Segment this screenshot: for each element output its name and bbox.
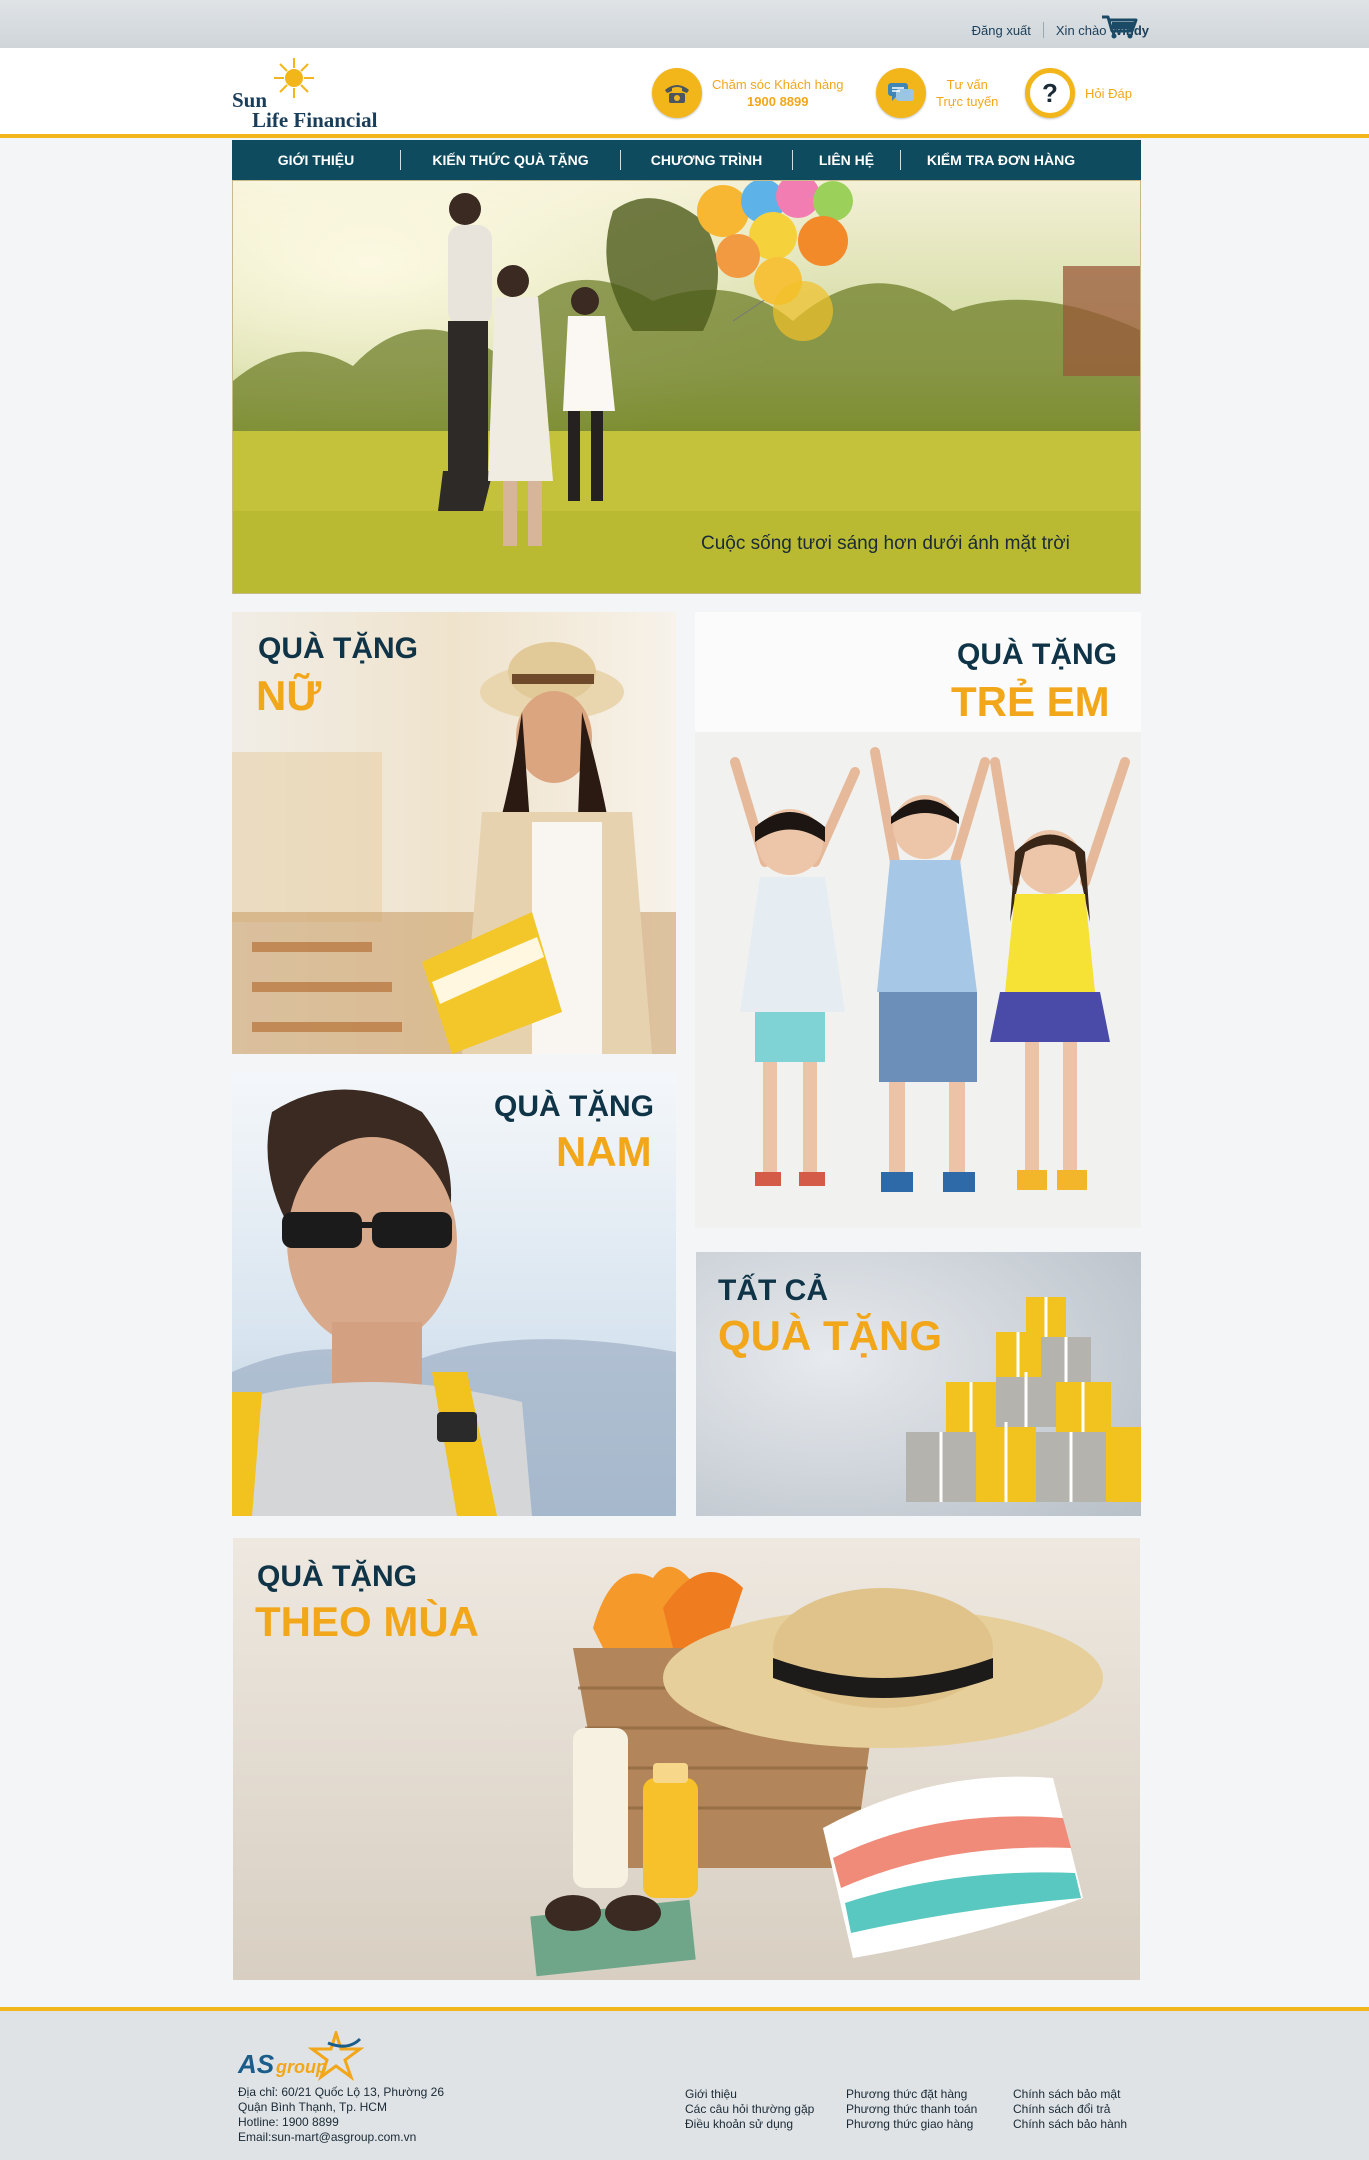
address-line: Địa chỉ: 60/21 Quốc Lộ 13, Phường 26 [238, 2085, 445, 2099]
question-icon: ? [1025, 68, 1075, 118]
nav-chuong-trinh[interactable]: CHƯƠNG TRÌNH [621, 152, 792, 168]
greeting-label: Xin chào [1055, 22, 1107, 38]
nav-gioi-thieu[interactable]: GIỚI THIỆU [232, 152, 400, 168]
logout-link[interactable]: Đăng xuất [972, 23, 1031, 38]
top-bar: Đăng xuất Xin chào Windy [0, 0, 1369, 48]
consult-line2: Trực tuyến [936, 94, 999, 109]
brand-line2: Life Financial [252, 108, 378, 132]
nav-lien-he[interactable]: LIÊN HỆ [793, 152, 900, 168]
site-header: Sun Life Financial Chăm sóc Khách hàng 1… [0, 48, 1369, 138]
star-icon [308, 2031, 364, 2081]
footer-col-info: Giới thiệu Các câu hỏi thường gặp Điều k… [685, 2087, 814, 2132]
footer-link[interactable]: Phương thức thanh toán [846, 2102, 977, 2117]
hero-caption: Cuộc sống tươi sáng hơn dưới ánh mặt trờ… [701, 533, 1070, 554]
all-title-line1: TẤT CẢ [718, 1274, 828, 1307]
online-consult[interactable]: Tư vấn Trực tuyến [876, 68, 998, 118]
tile-all-gifts[interactable]: TẤT CẢ QUÀ TẶNG [696, 1252, 1141, 1516]
footer-link[interactable]: Giới thiệu [685, 2087, 814, 2102]
season-title-line1: QUÀ TẶNG [257, 1560, 417, 1593]
nav-kien-thuc-qua-tang[interactable]: KIẾN THỨC QUÀ TẶNG [401, 152, 620, 168]
footer-link[interactable]: Chính sách bảo mật [1013, 2087, 1127, 2102]
hero-banner[interactable]: Cuộc sống tươi sáng hơn dưới ánh mặt trờ… [232, 180, 1141, 594]
nav-kiem-tra-don-hang[interactable]: KIỂM TRA ĐƠN HÀNG [901, 152, 1101, 168]
footer-link[interactable]: Chính sách đổi trả [1013, 2102, 1127, 2117]
topbar-separator [1042, 22, 1044, 38]
footer-link[interactable]: Phương thức đặt hàng [846, 2087, 977, 2102]
phone-icon [652, 68, 702, 118]
asgroup-logo[interactable]: AS group [238, 2031, 378, 2087]
tile-kids-gifts[interactable]: QUÀ TẶNG TRẺ EM [695, 612, 1141, 1228]
tile-seasonal-gifts[interactable]: QUÀ TẶNG THEO MÙA [233, 1538, 1140, 1980]
sun-logo-icon [274, 58, 314, 98]
customer-care[interactable]: Chăm sóc Khách hàng 1900 8899 [652, 68, 844, 118]
consult-line1: Tư vấn [946, 77, 988, 92]
footer-link[interactable]: Chính sách bảo hành [1013, 2117, 1127, 2132]
faq[interactable]: ? Hỏi Đáp [1025, 68, 1132, 118]
men-title-line2: NAM [556, 1128, 652, 1175]
sun-life-logo[interactable]: Sun Life Financial [230, 56, 410, 132]
logo-as: AS [238, 2049, 275, 2079]
faq-text: Hỏi Đáp [1085, 85, 1132, 102]
footer-link[interactable]: Phương thức giao hàng [846, 2117, 977, 2132]
footer-address: Địa chỉ: 60/21 Quốc Lộ 13, Phường 26 Quậ… [238, 2085, 444, 2145]
tile-women-gifts[interactable]: QUÀ TẶNG NỮ [232, 612, 676, 1054]
women-title-line1: QUÀ TẶNG [258, 632, 418, 665]
customer-care-text: Chăm sóc Khách hàng 1900 8899 [712, 76, 844, 110]
online-consult-text: Tư vấn Trực tuyến [936, 76, 998, 110]
email-line[interactable]: Email:sun-mart@asgroup.com.vn [238, 2130, 444, 2145]
cart-icon[interactable] [1100, 14, 1140, 40]
women-title-line2: NỮ [256, 672, 322, 719]
customer-care-phone: 1900 8899 [747, 94, 809, 109]
address-line: Quận Bình Thạnh, Tp. HCM [238, 2100, 387, 2114]
all-title-line2: QUÀ TẶNG [718, 1312, 942, 1359]
site-footer: AS group Địa chỉ: 60/21 Quốc Lộ 13, Phườ… [0, 2007, 1369, 2160]
hotline-line: Hotline: 1900 8899 [238, 2115, 339, 2129]
customer-care-label: Chăm sóc Khách hàng [712, 77, 844, 92]
chat-icon [876, 68, 926, 118]
main-nav: GIỚI THIỆU KIẾN THỨC QUÀ TẶNG CHƯƠNG TRÌ… [232, 140, 1141, 180]
men-title-line1: QUÀ TẶNG [494, 1090, 654, 1123]
kids-title-line1: QUÀ TẶNG [957, 638, 1117, 671]
footer-link[interactable]: Các câu hỏi thường gặp [685, 2102, 814, 2117]
season-title-line2: THEO MÙA [255, 1598, 479, 1645]
footer-col-methods: Phương thức đặt hàng Phương thức thanh t… [846, 2087, 977, 2132]
footer-col-policies: Chính sách bảo mật Chính sách đổi trả Ch… [1013, 2087, 1127, 2132]
footer-link[interactable]: Điều khoản sử dụng [685, 2117, 814, 2132]
kids-title-line2: TRẺ EM [951, 678, 1110, 725]
tile-men-gifts[interactable]: QUÀ TẶNG NAM [232, 1072, 676, 1516]
faq-label: Hỏi Đáp [1085, 85, 1132, 101]
